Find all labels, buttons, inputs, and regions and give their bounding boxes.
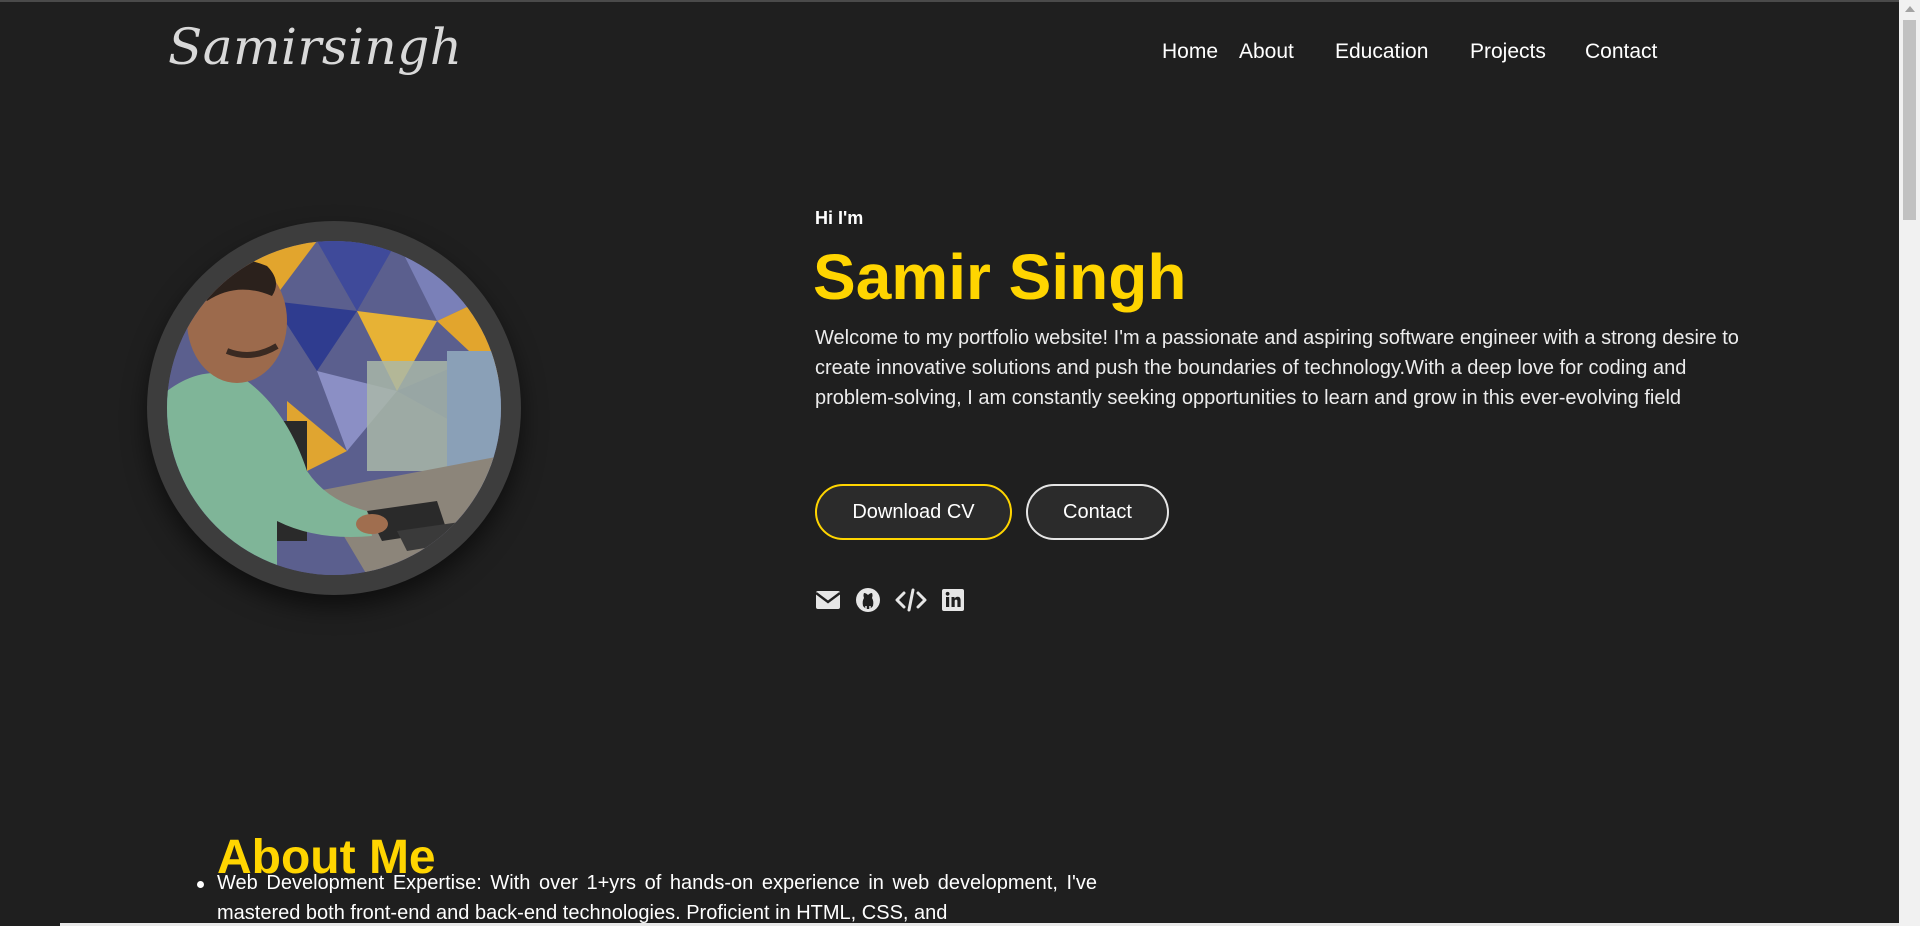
profile-photo-illustration (167, 241, 501, 575)
site-logo[interactable]: Samirsingh (168, 18, 462, 76)
profile-photo (167, 241, 501, 575)
nav-contact-link[interactable]: Contact (1585, 40, 1657, 64)
hero-intro: Welcome to my portfolio website! I'm a p… (815, 327, 1739, 409)
scrollbar-thumb[interactable] (1903, 20, 1916, 220)
code-icon[interactable] (895, 587, 927, 613)
about-list: Web Development Expertise: With over 1+y… (197, 868, 1097, 926)
contact-button[interactable]: Contact (1026, 484, 1169, 540)
nav-home-link[interactable]: Home (1162, 40, 1218, 64)
envelope-icon[interactable] (815, 587, 841, 613)
linkedin-icon[interactable] (940, 587, 966, 613)
github-icon[interactable] (855, 587, 881, 613)
download-cv-button[interactable]: Download CV (815, 484, 1012, 540)
vertical-scrollbar[interactable] (1899, 0, 1920, 926)
hero-name: Samir Singh (813, 241, 1187, 313)
profile-photo-frame (147, 221, 521, 595)
nav-projects-link[interactable]: Projects (1470, 40, 1546, 64)
nav-education-link[interactable]: Education (1335, 40, 1428, 64)
scroll-up-arrow-icon[interactable] (1905, 6, 1915, 12)
nav-about-link[interactable]: About (1239, 40, 1294, 64)
hero-greeting: Hi I'm (815, 208, 864, 228)
about-list-item: Web Development Expertise: With over 1+y… (197, 868, 1097, 926)
page-viewport[interactable]: Samirsingh Home About Education Projects… (0, 2, 1899, 926)
